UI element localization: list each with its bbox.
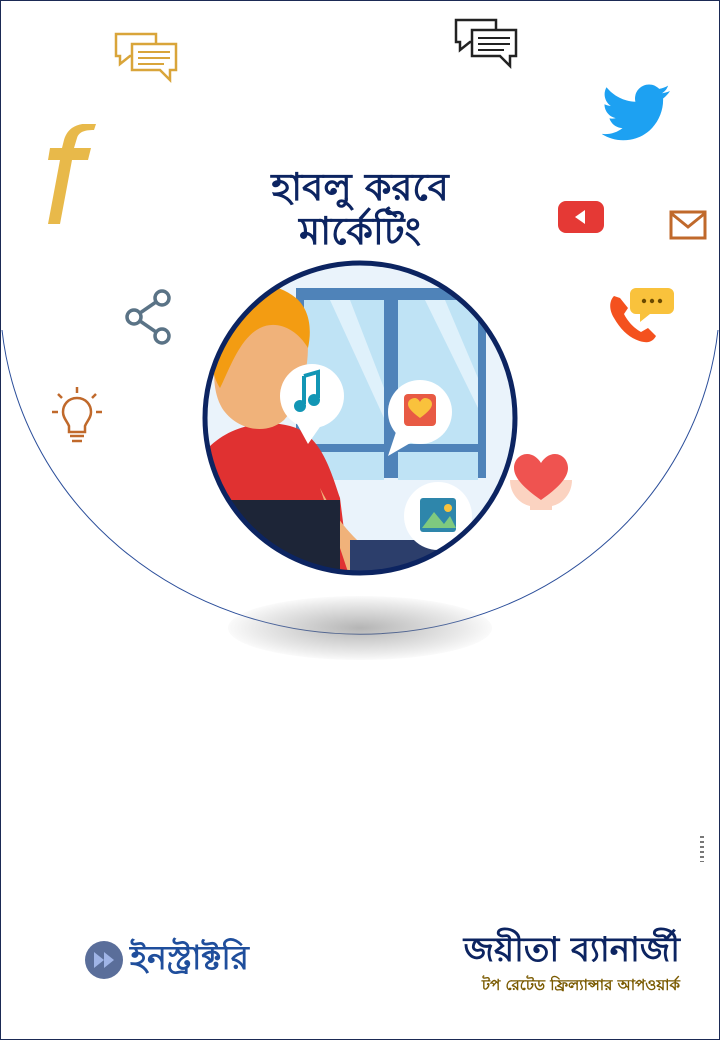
author-block: জয়ীতা ব্যানার্জী টপ রেটেড ফ্রিল্যান্সার… [464, 930, 680, 999]
youtube-icon [558, 201, 604, 233]
hero-illustration [202, 260, 518, 576]
side-dots [700, 836, 704, 862]
lightbulb-icon [52, 387, 102, 443]
facebook-icon [48, 124, 96, 224]
brand-name: ইনস্ট্রাক্টরি [130, 938, 249, 977]
twitter-icon [602, 84, 670, 141]
brand-logo: ইনস্ট্রাক্টরি [84, 932, 249, 988]
chat-bubbles-icon [114, 32, 178, 84]
author-subtitle: টপ রেটেড ফ্রিল্যান্সার আপওয়ার্ক [481, 976, 680, 994]
fast-forward-icon [85, 941, 123, 979]
phone-chat-icon [610, 288, 674, 343]
share-icon [125, 289, 171, 345]
title-line-2: মার্কেটিং [299, 209, 421, 253]
title-line-1: হাবলু করবে [271, 165, 449, 209]
chat-bubbles-icon [454, 18, 518, 70]
mail-icon [669, 210, 707, 240]
hero-shadow [228, 596, 492, 660]
author-name: জয়ীতা ব্যানার্জী [463, 930, 680, 970]
cover-title: হাবলু করবে মার্কেটিং [180, 165, 540, 253]
